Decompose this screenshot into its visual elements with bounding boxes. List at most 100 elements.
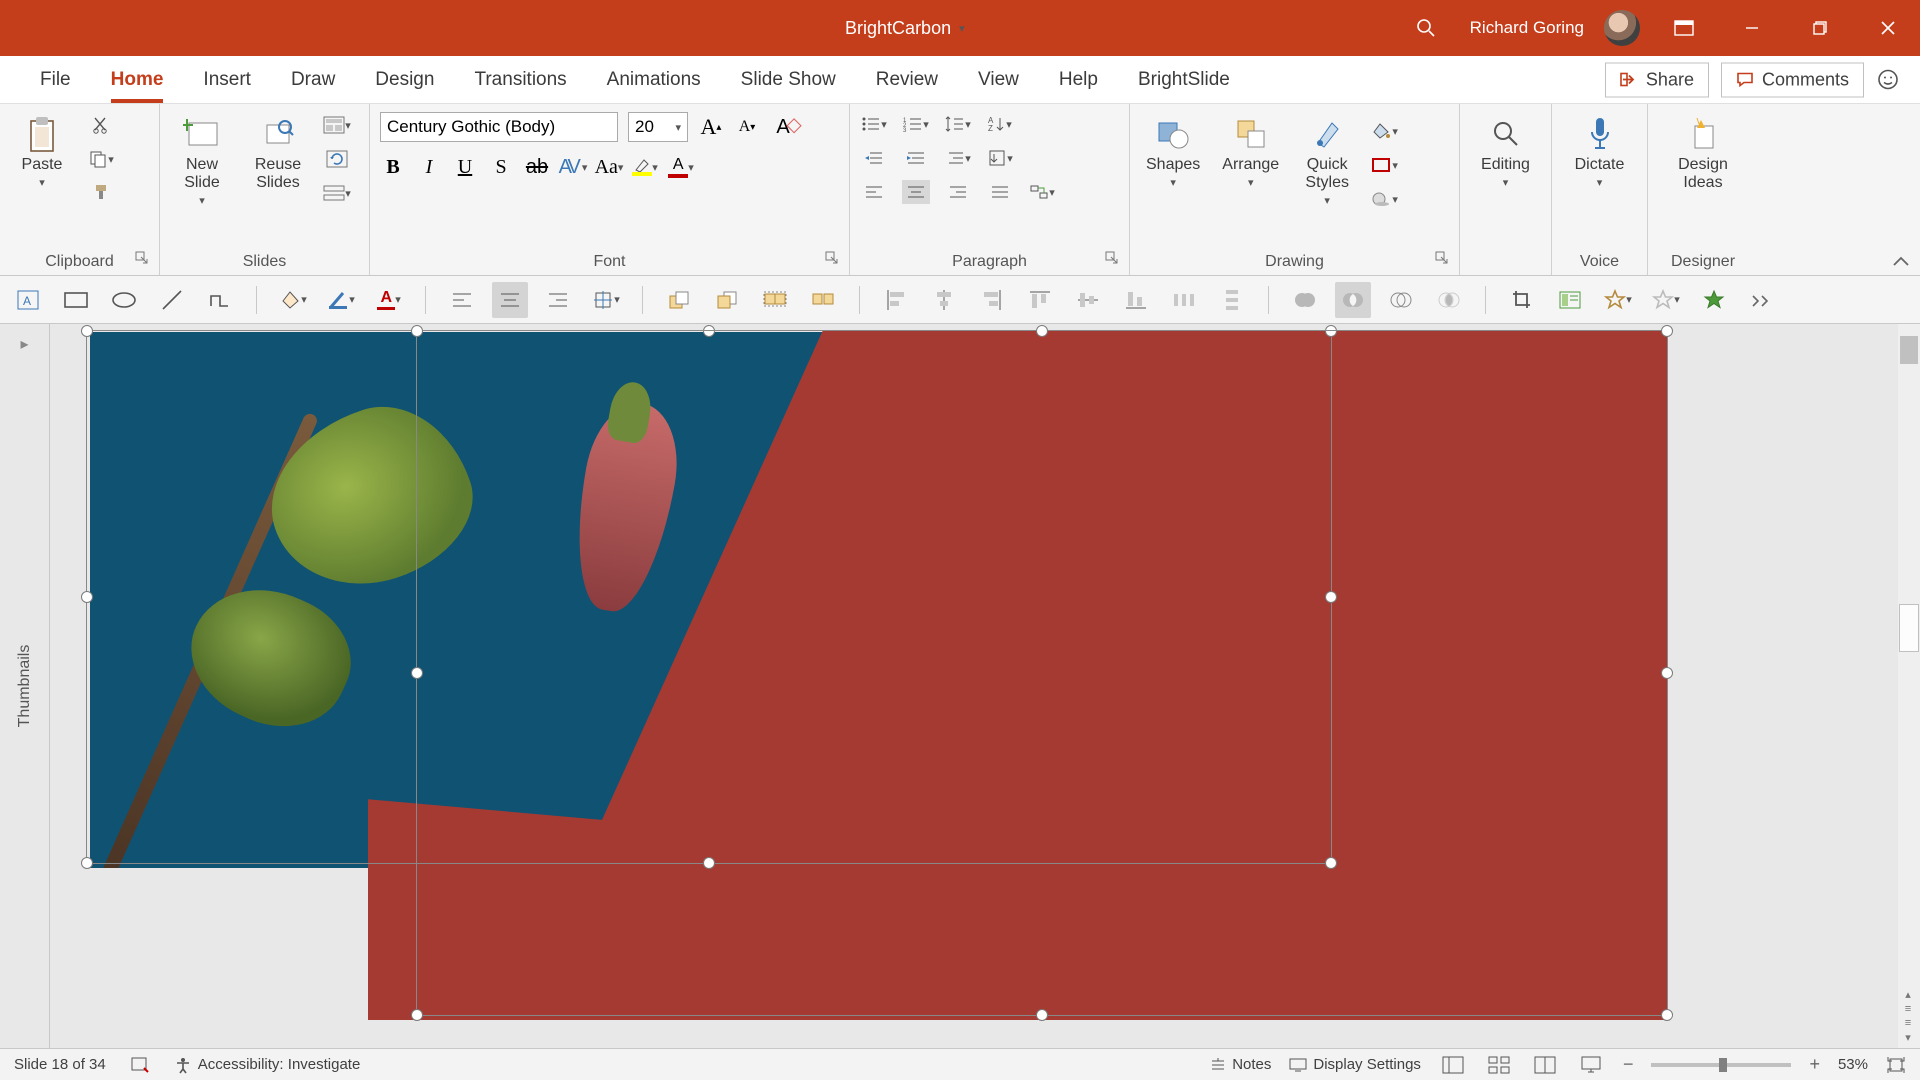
tab-home[interactable]: Home [91, 56, 184, 103]
format-painter-icon[interactable] [86, 180, 116, 206]
align-objects-bottom-icon[interactable] [1118, 282, 1154, 318]
document-title[interactable]: BrightCarbon [845, 18, 951, 39]
editing-button[interactable]: Editing▾ [1474, 112, 1538, 191]
arrange-button[interactable]: Arrange▾ [1216, 112, 1285, 191]
convert-smartart-icon[interactable]: ▾ [1028, 180, 1056, 204]
document-title-caret-icon[interactable]: ▾ [959, 22, 965, 35]
animation-star-gray-icon[interactable]: ▾ [1648, 282, 1684, 318]
window-restore-icon[interactable] [1796, 8, 1844, 48]
align-center-icon[interactable] [902, 180, 930, 204]
decrease-font-icon[interactable]: A▾ [734, 114, 760, 140]
align-right-tool-icon[interactable] [540, 282, 576, 318]
highlight-color-icon[interactable]: ▾ [632, 154, 658, 180]
font-color-icon[interactable]: A▾ [668, 154, 694, 180]
align-left-icon[interactable] [860, 180, 888, 204]
tab-help[interactable]: Help [1039, 56, 1118, 103]
user-avatar[interactable] [1604, 10, 1640, 46]
slideshow-view-icon[interactable] [1577, 1054, 1605, 1076]
dictate-button[interactable]: Dictate▾ [1568, 112, 1632, 191]
rectangle-tool-icon[interactable] [58, 282, 94, 318]
font-family-select[interactable] [380, 112, 618, 142]
underline-button[interactable]: U [452, 154, 478, 180]
normal-view-icon[interactable] [1439, 1054, 1467, 1076]
align-left-tool-icon[interactable] [444, 282, 480, 318]
font-size-select[interactable]: 20▾ [628, 112, 688, 142]
copy-icon[interactable]: ▾ [86, 146, 116, 172]
tab-review[interactable]: Review [856, 56, 958, 103]
shadow-button[interactable]: S [488, 154, 514, 180]
align-objects-right-icon[interactable] [974, 282, 1010, 318]
new-slide-button[interactable]: New Slide ▾ [170, 112, 234, 209]
zoom-slider-handle[interactable] [1719, 1058, 1727, 1072]
text-direction-icon[interactable]: ▾ [986, 146, 1014, 170]
send-backward-icon[interactable] [709, 282, 745, 318]
freeform-tool-icon[interactable] [202, 282, 238, 318]
paste-button[interactable]: Paste ▾ [10, 112, 74, 191]
align-center-tool-icon[interactable] [492, 282, 528, 318]
align-objects-center-icon[interactable] [926, 282, 962, 318]
change-case-icon[interactable]: Aa▾ [596, 154, 622, 180]
clear-formatting-icon[interactable]: A◇ [770, 114, 796, 140]
comments-button[interactable]: Comments [1721, 62, 1864, 97]
numbering-icon[interactable]: 123▾ [902, 112, 930, 136]
character-spacing-icon[interactable]: AV▾ [560, 154, 586, 180]
merge-union-icon[interactable] [1287, 282, 1323, 318]
tab-transitions[interactable]: Transitions [454, 56, 586, 103]
tab-slide-show[interactable]: Slide Show [721, 56, 856, 103]
scrollbar-thumb[interactable] [1900, 336, 1918, 364]
line-spacing-icon[interactable]: ▾ [944, 112, 972, 136]
ungroup-icon[interactable] [805, 282, 841, 318]
sort-az-icon[interactable]: AZ▾ [986, 112, 1014, 136]
bring-forward-icon[interactable] [661, 282, 697, 318]
group-icon[interactable] [757, 282, 793, 318]
strikethrough-button[interactable]: ab [524, 154, 550, 180]
notes-button[interactable]: Notes [1210, 1056, 1271, 1073]
reset-slide-icon[interactable] [322, 146, 352, 172]
increase-indent-icon[interactable] [902, 146, 930, 170]
reading-view-icon[interactable] [1531, 1054, 1559, 1076]
zoom-out-icon[interactable]: − [1623, 1054, 1634, 1075]
outline-color-tool-icon[interactable]: ▾ [323, 282, 359, 318]
zoom-slider[interactable] [1651, 1063, 1791, 1067]
ribbon-display-options-icon[interactable] [1660, 8, 1708, 48]
shapes-button[interactable]: Shapes▾ [1140, 112, 1206, 191]
merge-fragment-icon[interactable] [1383, 282, 1419, 318]
paragraph-dialog-launcher-icon[interactable] [1105, 251, 1123, 269]
next-slide-icon[interactable]: ▾ [1905, 1031, 1911, 1044]
toolbar-overflow-icon[interactable] [1744, 282, 1780, 318]
layout-icon[interactable]: ▾ [322, 112, 352, 138]
tab-brightslide[interactable]: BrightSlide [1118, 56, 1250, 103]
tab-view[interactable]: View [958, 56, 1039, 103]
slide-sorter-view-icon[interactable] [1485, 1054, 1513, 1076]
thumbnails-panel[interactable]: ▸ Thumbnails [0, 324, 50, 1048]
next-slide-dbl-icon[interactable]: ≡ [1905, 1017, 1911, 1029]
animation-star-green-icon[interactable] [1696, 282, 1732, 318]
feedback-smiley-icon[interactable] [1876, 68, 1900, 92]
tab-animations[interactable]: Animations [587, 56, 721, 103]
slide-canvas[interactable]: ▴ ≡ ≡ ▾ [50, 324, 1920, 1048]
list-level-icon[interactable]: ▾ [944, 146, 972, 170]
shape-fill-icon[interactable]: ▾ [1369, 118, 1399, 144]
vertical-scrollbar[interactable]: ▴ ≡ ≡ ▾ [1898, 324, 1920, 1048]
distribute-vertical-icon[interactable] [1214, 282, 1250, 318]
slide-counter[interactable]: Slide 18 of 34 [14, 1056, 106, 1073]
distribute-horizontal-icon[interactable] [1166, 282, 1202, 318]
align-middle-tool-icon[interactable]: ▾ [588, 282, 624, 318]
design-ideas-button[interactable]: Design Ideas [1671, 112, 1735, 194]
animation-star-icon[interactable]: ▾ [1600, 282, 1636, 318]
align-objects-top-icon[interactable] [1022, 282, 1058, 318]
decrease-indent-icon[interactable] [860, 146, 888, 170]
shape-effects-icon[interactable]: ▾ [1369, 186, 1399, 212]
align-objects-middle-icon[interactable] [1070, 282, 1106, 318]
search-icon[interactable] [1402, 8, 1450, 48]
reuse-slides-button[interactable]: Reuse Slides [246, 112, 310, 194]
tab-design[interactable]: Design [355, 56, 454, 103]
font-dialog-launcher-icon[interactable] [825, 251, 843, 269]
expand-thumbnails-icon[interactable]: ▸ [20, 334, 28, 354]
merge-combine-icon[interactable] [1335, 282, 1371, 318]
scrollbar-split-handle[interactable] [1899, 604, 1919, 652]
cut-icon[interactable] [86, 112, 116, 138]
align-right-icon[interactable] [944, 180, 972, 204]
drawing-dialog-launcher-icon[interactable] [1435, 251, 1453, 269]
share-button[interactable]: Share [1605, 62, 1709, 97]
